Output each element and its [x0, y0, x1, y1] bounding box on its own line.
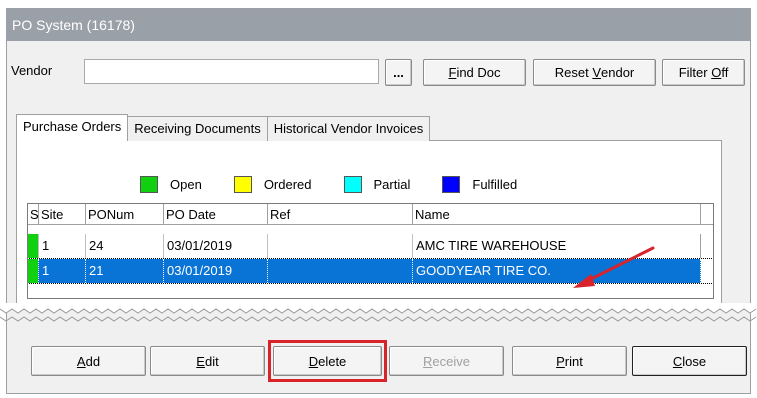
close-mnemonic: C [672, 353, 683, 369]
edit-label: dit [204, 353, 219, 369]
filter-off-button[interactable]: Filter Off [662, 59, 745, 86]
ponum-cell: 24 [86, 234, 164, 258]
print-button[interactable]: Print [512, 346, 627, 376]
delete-highlight-annotation [268, 340, 387, 382]
legend-ordered-label: Ordered [263, 177, 312, 192]
legend-ordered-swatch [233, 176, 252, 193]
table-row[interactable]: 1 24 03/01/2019 AMC TIRE WAREHOUSE [28, 234, 713, 258]
window-title: PO System (16178) [7, 9, 750, 41]
filter-off-prefix: Filter [678, 65, 712, 80]
legend-partial-label: Partial [373, 177, 411, 192]
legend-fulfilled: Fulfilled [442, 176, 517, 193]
po-date-cell: 03/01/2019 [164, 259, 268, 283]
vendor-label: Vendor [11, 63, 53, 78]
receive-mnemonic: R [423, 353, 433, 369]
legend-fulfilled-swatch [442, 176, 461, 193]
tab-bar: Purchase Orders Receiving Documents Hist… [16, 114, 431, 141]
column-header-status[interactable]: S [28, 204, 39, 225]
tab-historical-vendor-invoices[interactable]: Historical Vendor Invoices [266, 116, 431, 141]
find-doc-button[interactable]: Find Doc [423, 59, 526, 86]
column-header-ponum[interactable]: PONum [86, 204, 164, 225]
ref-cell [268, 259, 413, 283]
table-row-selected[interactable]: 1 21 03/01/2019 GOODYEAR TIRE CO. [28, 258, 713, 284]
site-cell: 1 [39, 234, 86, 258]
add-button[interactable]: Add [31, 346, 146, 376]
name-cell: GOODYEAR TIRE CO. [413, 259, 701, 283]
receive-button: Receive [389, 346, 504, 376]
receive-label: eceive [432, 353, 470, 369]
ponum-cell: 21 [86, 259, 164, 283]
status-cell [28, 259, 39, 283]
column-header-site[interactable]: Site [39, 204, 86, 225]
legend-open: Open [140, 176, 202, 193]
ref-cell [268, 234, 413, 258]
find-doc-label: ind Doc [456, 65, 501, 80]
column-header-po-date[interactable]: PO Date [164, 204, 268, 225]
column-header-name[interactable]: Name [413, 204, 701, 225]
vendor-lookup-button[interactable]: ... [385, 59, 412, 86]
legend-partial-swatch [343, 176, 362, 193]
site-cell: 1 [39, 259, 86, 283]
filter-off-rest: ff [721, 65, 729, 80]
vendor-input[interactable] [84, 59, 379, 84]
reset-vendor-button[interactable]: Reset Vendor [533, 59, 656, 86]
reset-vendor-prefix: Reset [554, 65, 593, 80]
status-cell [28, 234, 39, 258]
name-cell: AMC TIRE WAREHOUSE [413, 234, 701, 258]
tab-receiving-documents[interactable]: Receiving Documents [127, 116, 268, 141]
print-label: rint [564, 353, 583, 369]
grid-header: S Site PONum PO Date Ref Name [28, 204, 713, 225]
legend-partial: Partial [343, 176, 411, 193]
add-mnemonic: A [76, 353, 86, 369]
legend-fulfilled-label: Fulfilled [472, 177, 518, 192]
purchase-orders-grid[interactable]: S Site PONum PO Date Ref Name 1 24 03/01… [27, 203, 714, 299]
status-legend: Open Ordered Partial Fulfilled [140, 176, 549, 193]
legend-open-swatch [140, 176, 158, 193]
edit-button[interactable]: Edit [150, 346, 265, 376]
close-label: lose [682, 353, 707, 369]
reset-vendor-rest: endor [601, 65, 635, 80]
legend-open-label: Open [170, 177, 202, 192]
find-doc-mnemonic: F [448, 65, 457, 80]
status-indicator [28, 234, 38, 258]
tab-purchase-orders[interactable]: Purchase Orders [16, 114, 129, 141]
legend-ordered: Ordered [233, 176, 312, 193]
reset-vendor-mnemonic: V [592, 65, 601, 80]
add-label: dd [85, 353, 101, 369]
po-date-cell: 03/01/2019 [164, 234, 268, 258]
edit-mnemonic: E [196, 353, 205, 369]
close-button[interactable]: Close [632, 346, 747, 376]
column-header-ref[interactable]: Ref [268, 204, 413, 225]
filter-off-mnemonic: O [711, 65, 722, 80]
print-mnemonic: P [556, 353, 565, 369]
status-indicator [28, 259, 38, 283]
